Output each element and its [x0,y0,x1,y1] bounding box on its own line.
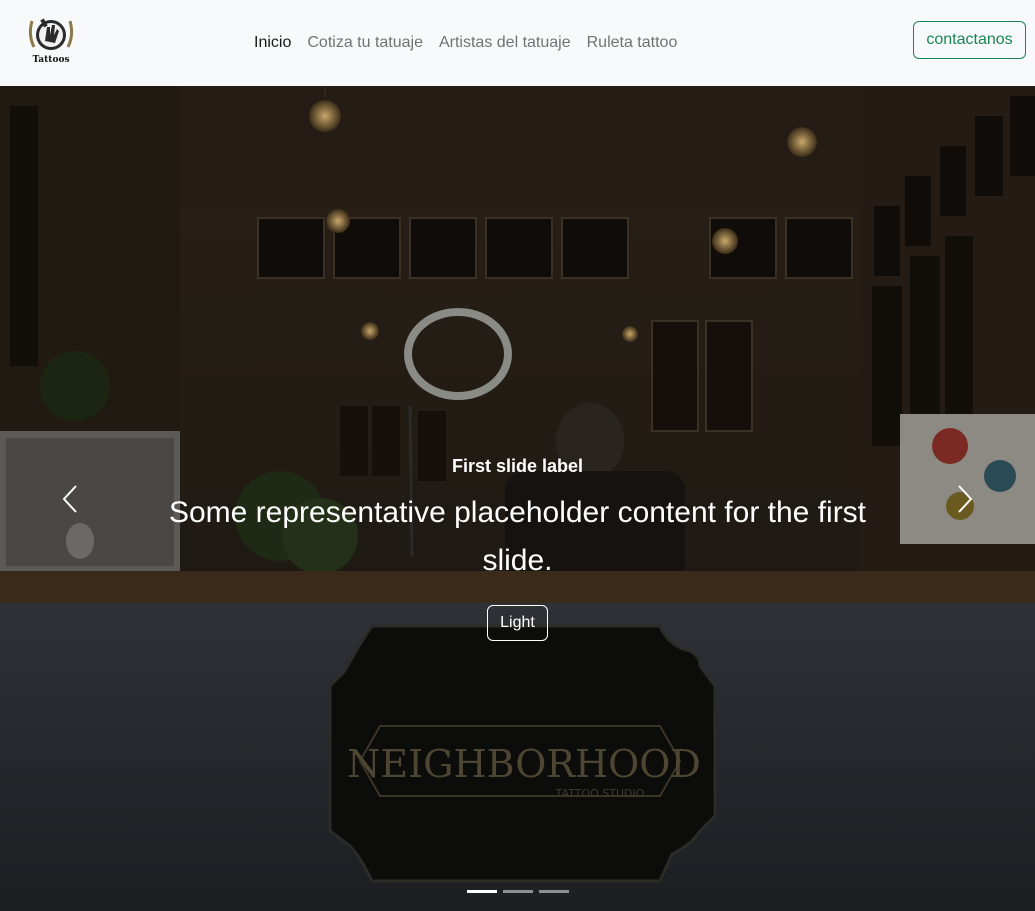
slide-text: Some representative placeholder content … [168,496,867,577]
brand-logo[interactable]: Tattoos [24,13,78,65]
tattoo-logo-icon: Tattoos [28,18,74,65]
carousel-indicator-2[interactable] [502,890,533,893]
nav-link-ruleta[interactable]: Ruleta tattoo [579,34,686,52]
chevron-left-icon [62,484,77,513]
light-button[interactable]: Light [487,605,548,641]
navbar: Tattoos Inicio Cotiza tu tatuaje Artista… [0,0,1035,86]
carousel-indicator-1[interactable] [466,890,497,893]
slide-label: First slide label [451,456,584,476]
hero-carousel: NEIGHBORHOOD TATTOO STUDIO First slide l… [0,86,1035,911]
nav-link-inicio[interactable]: Inicio [246,34,299,52]
contact-button[interactable]: contactanos [913,21,1026,59]
carousel-indicator-3[interactable] [538,890,569,893]
nav-link-artistas[interactable]: Artistas del tatuaje [431,34,579,52]
nav-link-cotiza[interactable]: Cotiza tu tatuaje [299,34,431,52]
carousel-next-button[interactable] [895,86,1035,911]
brand-logo-text: Tattoos [32,55,69,65]
slide-caption: First slide label Some representative pl… [0,456,1035,641]
chevron-right-icon [958,484,973,513]
nav-links: Inicio Cotiza tu tatuaje Artistas del ta… [246,0,685,86]
carousel-indicators [0,890,1035,893]
carousel-prev-button[interactable] [0,86,140,911]
